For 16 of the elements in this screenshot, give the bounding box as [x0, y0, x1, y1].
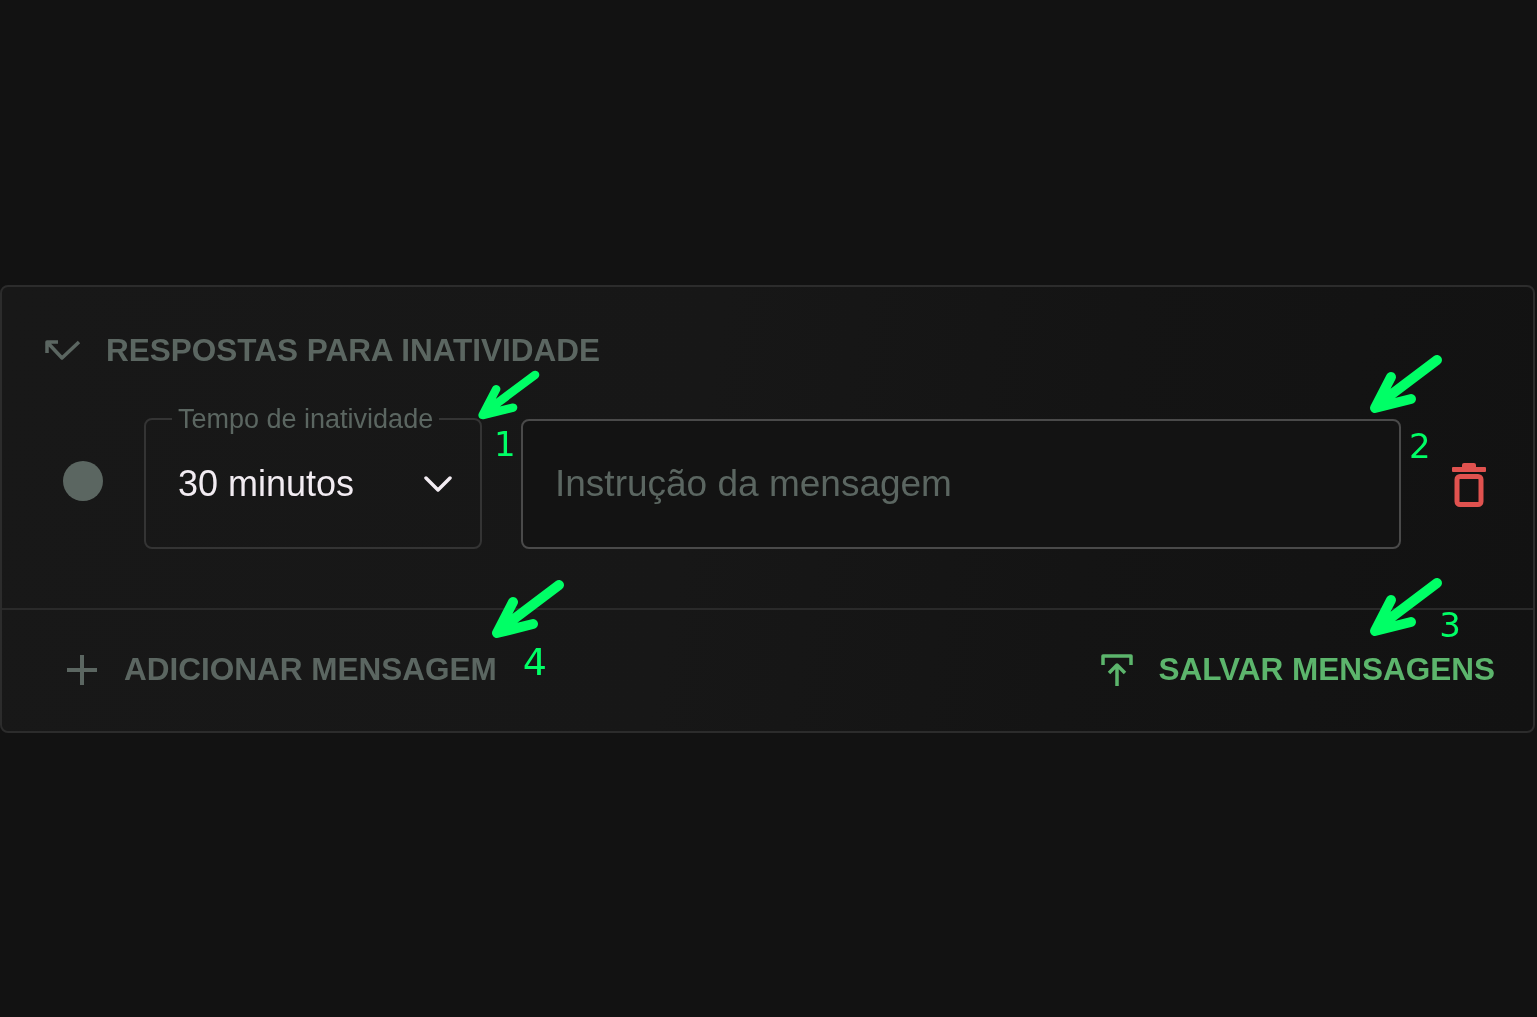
chevron-down-icon: [424, 475, 452, 492]
upload-icon: [1101, 654, 1134, 686]
select-label: Tempo de inatividade: [177, 403, 435, 434]
annotation-number: 2: [1409, 428, 1431, 463]
save-messages-button[interactable]: SALVAR MENSAGENS: [1101, 645, 1495, 695]
annotation-number: 4: [522, 643, 547, 681]
section-title: RESPOSTAS PARA INATIVIDADE: [106, 334, 601, 367]
arrow-icon: [475, 368, 541, 421]
corner-arrow-icon[interactable]: [45, 340, 81, 361]
annotation-number: 1: [494, 426, 516, 461]
instruction-field[interactable]: Instrução da mensagem: [521, 418, 1401, 549]
trash-icon: [1452, 462, 1486, 507]
annotation-number: 3: [1439, 608, 1461, 642]
delete-button[interactable]: [1452, 462, 1486, 507]
plus-icon: [67, 655, 97, 685]
select-value: 30 minutos: [178, 462, 355, 505]
